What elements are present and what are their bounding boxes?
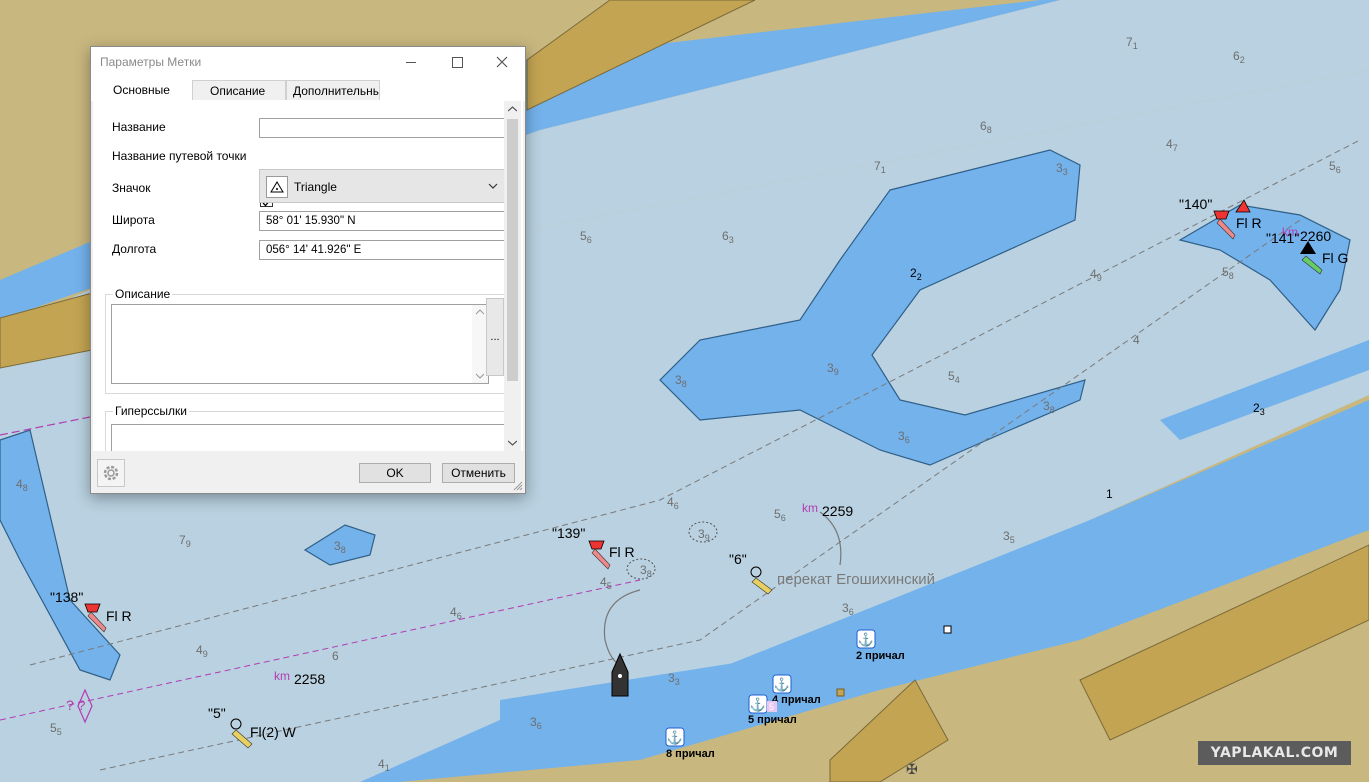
svg-text:5: 5 <box>769 702 774 712</box>
dialog-footer: OK Отменить <box>91 451 525 493</box>
icon-select[interactable]: Triangle <box>259 169 505 203</box>
berth-label: 8 причал <box>666 748 715 760</box>
hyperlinks-group: Гиперссылки <box>105 404 507 451</box>
icon-select-value: Triangle <box>294 180 337 194</box>
hyperlinks-list[interactable] <box>111 424 507 451</box>
triangle-icon <box>266 176 288 198</box>
dialog-titlebar[interactable]: Параметры Метки <box>91 47 525 77</box>
buoy-light: Fl R <box>106 608 132 624</box>
latitude-input[interactable]: 58° 01' 15.930" N <box>259 211 505 231</box>
buoy-red-flag-icon <box>84 603 101 613</box>
main-tab-panel: Название Название путевой точки Значок T… <box>93 101 523 451</box>
close-button[interactable] <box>479 47 525 77</box>
cancel-button[interactable]: Отменить <box>442 463 515 483</box>
watermark: YAPLAKAL.COM <box>1198 741 1351 765</box>
longitude-label: Долгота <box>112 242 157 256</box>
ok-button[interactable]: OK <box>359 463 431 483</box>
minimize-icon <box>406 61 416 63</box>
buoy-red-flag-icon <box>588 540 605 550</box>
km-marker-value: 2258 <box>294 671 325 687</box>
scroll-down-icon <box>508 440 517 446</box>
buoy-light: Fl G <box>1322 250 1348 266</box>
hyperlinks-group-title: Гиперссылки <box>113 404 189 418</box>
maximize-icon <box>451 56 463 68</box>
anchor-icon: ⚓ <box>750 697 766 712</box>
buoy-name: "140" <box>1179 196 1212 212</box>
tab-description[interactable]: Описание <box>192 80 286 100</box>
description-group: Описание <box>105 287 505 394</box>
description-edit-button[interactable]: ... <box>486 298 504 376</box>
depth-label: 6 <box>332 649 339 663</box>
marker-properties-dialog: Параметры Метки Основные Описание Дополн… <box>90 46 526 494</box>
latitude-label: Широта <box>112 213 155 227</box>
resize-grip-icon[interactable] <box>513 481 523 491</box>
tab-main[interactable]: Основные <box>98 77 192 102</box>
dialog-title: Параметры Метки <box>100 55 202 69</box>
panel-scrollbar[interactable] <box>504 101 521 451</box>
berth-label: 4 причал <box>772 694 821 706</box>
square-marker-icon <box>943 625 952 634</box>
buoy-name: "139" <box>552 525 585 541</box>
buoy-name: "6" <box>729 551 747 567</box>
depth-label: 4 <box>1133 333 1140 347</box>
cross-icon: ✠ <box>906 761 918 777</box>
km-marker-label: km <box>802 501 818 515</box>
name-input[interactable] <box>259 118 505 138</box>
buoy-name: "138" <box>50 589 83 605</box>
buoy-red-flag-icon <box>1213 210 1230 220</box>
buoy-light: Fl(2) W <box>250 724 297 740</box>
km-marker-value: 2260 <box>1300 228 1331 244</box>
minimize-button[interactable] <box>388 47 434 77</box>
tab-additional[interactable]: Дополнительные <box>286 80 380 100</box>
waypoint-name-label: Название путевой точки <box>112 149 247 163</box>
icon-label: Значок <box>112 181 151 195</box>
depth-label: 1 <box>1106 487 1113 501</box>
buoy-name: "141" <box>1266 230 1299 246</box>
buoy-light: Fl R <box>609 544 635 560</box>
scroll-up-icon <box>508 106 517 112</box>
buoy-light: Fl R <box>1236 215 1262 231</box>
scroll-down-icon <box>476 373 484 379</box>
description-group-title: Описание <box>113 287 173 301</box>
berth-label: 2 причал <box>856 650 905 662</box>
anchor-icon: ⚓ <box>858 632 874 647</box>
unknown-marks: ? ? <box>66 697 86 713</box>
name-label: Название <box>112 120 166 134</box>
longitude-input[interactable]: 056° 14' 41.926" E <box>259 240 505 260</box>
anchor-icon: ⚓ <box>774 677 790 692</box>
gear-icon <box>103 465 119 481</box>
tab-bar: Основные Описание Дополнительные <box>91 77 525 102</box>
chevron-down-icon <box>488 183 498 189</box>
close-icon <box>496 56 508 68</box>
km-marker-label: km <box>274 669 290 683</box>
anchor-icon: ⚓ <box>667 730 683 745</box>
scrollbar-thumb[interactable] <box>507 119 518 381</box>
maximize-button[interactable] <box>434 47 480 77</box>
description-textarea[interactable] <box>111 304 489 384</box>
buoy-name: "5" <box>208 705 226 721</box>
berth-label: 5 причал <box>748 714 797 726</box>
place-name: перекат Егошихинский <box>777 571 935 588</box>
km-marker-value: 2259 <box>822 503 853 519</box>
settings-button[interactable] <box>97 459 125 487</box>
scroll-up-icon <box>476 309 484 315</box>
